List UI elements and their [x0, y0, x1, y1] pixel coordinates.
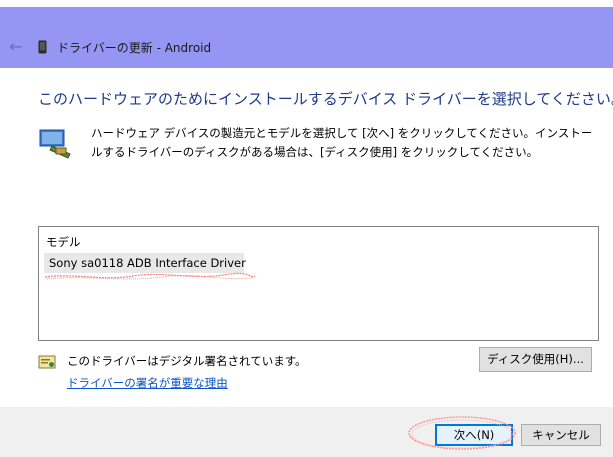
hardware-device-icon: [39, 129, 71, 159]
android-device-icon: [38, 40, 47, 54]
have-disk-button[interactable]: ディスク使用(H)...: [479, 347, 592, 372]
signature-status-text: このドライバーはデジタル署名されています。: [67, 354, 307, 368]
instruction-text: ハードウェア デバイスの製造元とモデルを選択して [次へ] をクリックしてくださ…: [91, 126, 593, 159]
back-button[interactable]: ←: [6, 37, 26, 57]
list-item-label: Sony sa0118 ADB Interface Driver: [49, 256, 246, 270]
signed-driver-icon: [38, 355, 56, 369]
list-item[interactable]: Sony sa0118 ADB Interface Driver: [44, 253, 246, 273]
signature-info-link[interactable]: ドライバーの署名が重要な理由: [67, 375, 228, 391]
cancel-button[interactable]: キャンセル: [521, 424, 601, 446]
window-top-strip: [0, 0, 614, 7]
next-button[interactable]: 次へ(N): [435, 424, 513, 446]
model-list-header: モデル: [46, 235, 81, 249]
button-bar: 次へ(N) キャンセル: [0, 407, 614, 457]
window-title: ドライバーの更新 - Android: [57, 41, 212, 55]
page-heading: このハードウェアのためにインストールするデバイス ドライバーを選択してください。: [38, 90, 614, 108]
model-listbox[interactable]: モデル Sony sa0118 ADB Interface Driver: [38, 226, 599, 341]
title-bar: ← ドライバーの更新 - Android: [0, 7, 614, 68]
annotation-scribble: [44, 272, 256, 280]
arrow-left-icon: ←: [9, 37, 23, 56]
